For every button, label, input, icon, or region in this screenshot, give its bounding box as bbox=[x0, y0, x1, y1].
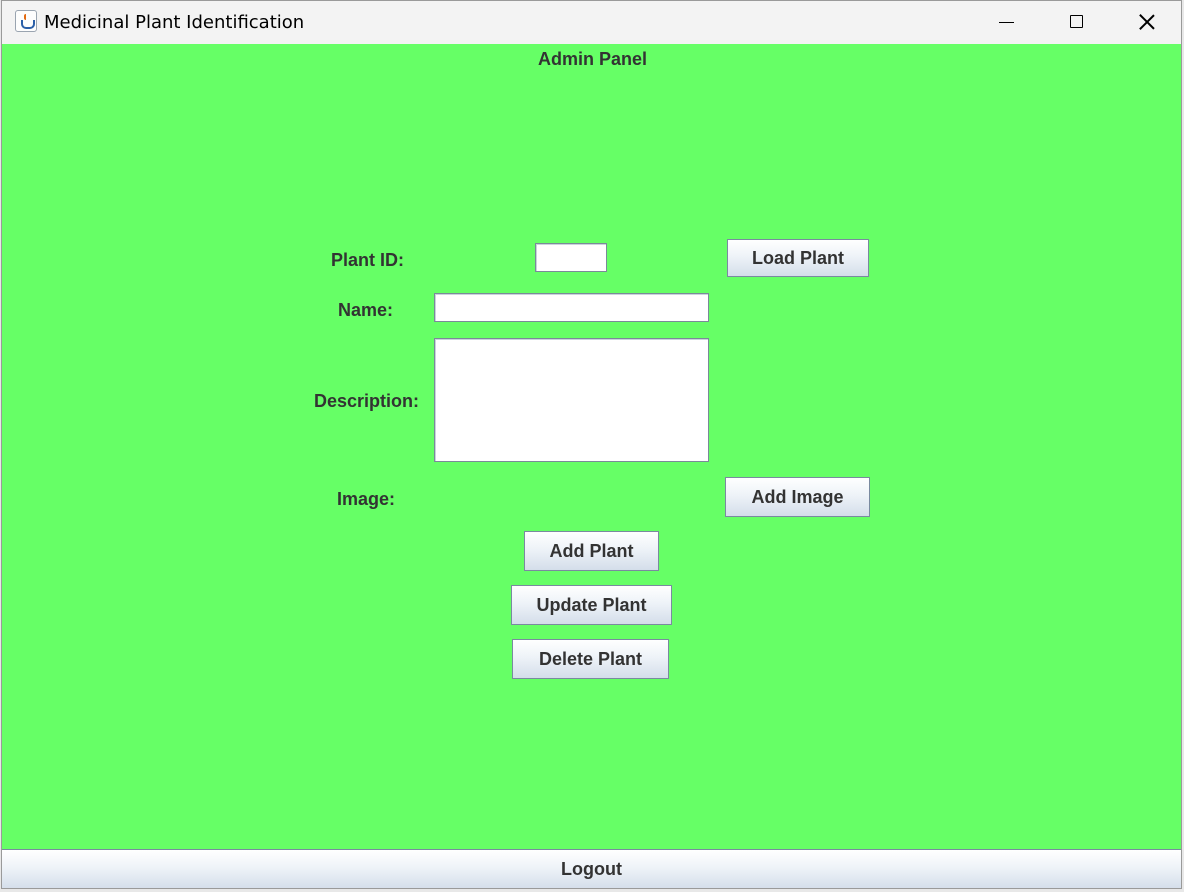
title-bar[interactable]: Medicinal Plant Identification bbox=[2, 1, 1181, 44]
name-label: Name: bbox=[338, 300, 394, 320]
update-plant-button[interactable]: Update Plant bbox=[511, 585, 672, 625]
minimize-button[interactable] bbox=[972, 1, 1042, 44]
name-input[interactable] bbox=[434, 293, 709, 322]
delete-plant-button[interactable]: Delete Plant bbox=[512, 639, 669, 679]
window-title: Medicinal Plant Identification bbox=[44, 12, 305, 33]
add-plant-button[interactable]: Add Plant bbox=[524, 531, 659, 571]
close-icon bbox=[1139, 14, 1155, 30]
add-image-button[interactable]: Add Image bbox=[725, 477, 870, 517]
panel-title: Admin Panel bbox=[537, 49, 648, 69]
app-window: Medicinal Plant Identification Admin Pan… bbox=[1, 0, 1182, 889]
description-textarea[interactable] bbox=[434, 338, 709, 462]
close-button[interactable] bbox=[1112, 1, 1181, 44]
load-plant-button[interactable]: Load Plant bbox=[727, 239, 869, 277]
maximize-icon bbox=[1070, 15, 1083, 28]
image-label: Image: bbox=[337, 489, 396, 509]
java-icon bbox=[15, 10, 37, 32]
minimize-icon bbox=[999, 22, 1014, 23]
maximize-button[interactable] bbox=[1042, 1, 1112, 44]
plant-id-label: Plant ID: bbox=[331, 250, 405, 270]
admin-panel: Admin Panel Plant ID: Load Plant Name: D… bbox=[2, 44, 1181, 888]
logout-button[interactable]: Logout bbox=[2, 849, 1181, 888]
plant-id-input[interactable] bbox=[535, 243, 607, 272]
description-label: Description: bbox=[314, 391, 420, 411]
